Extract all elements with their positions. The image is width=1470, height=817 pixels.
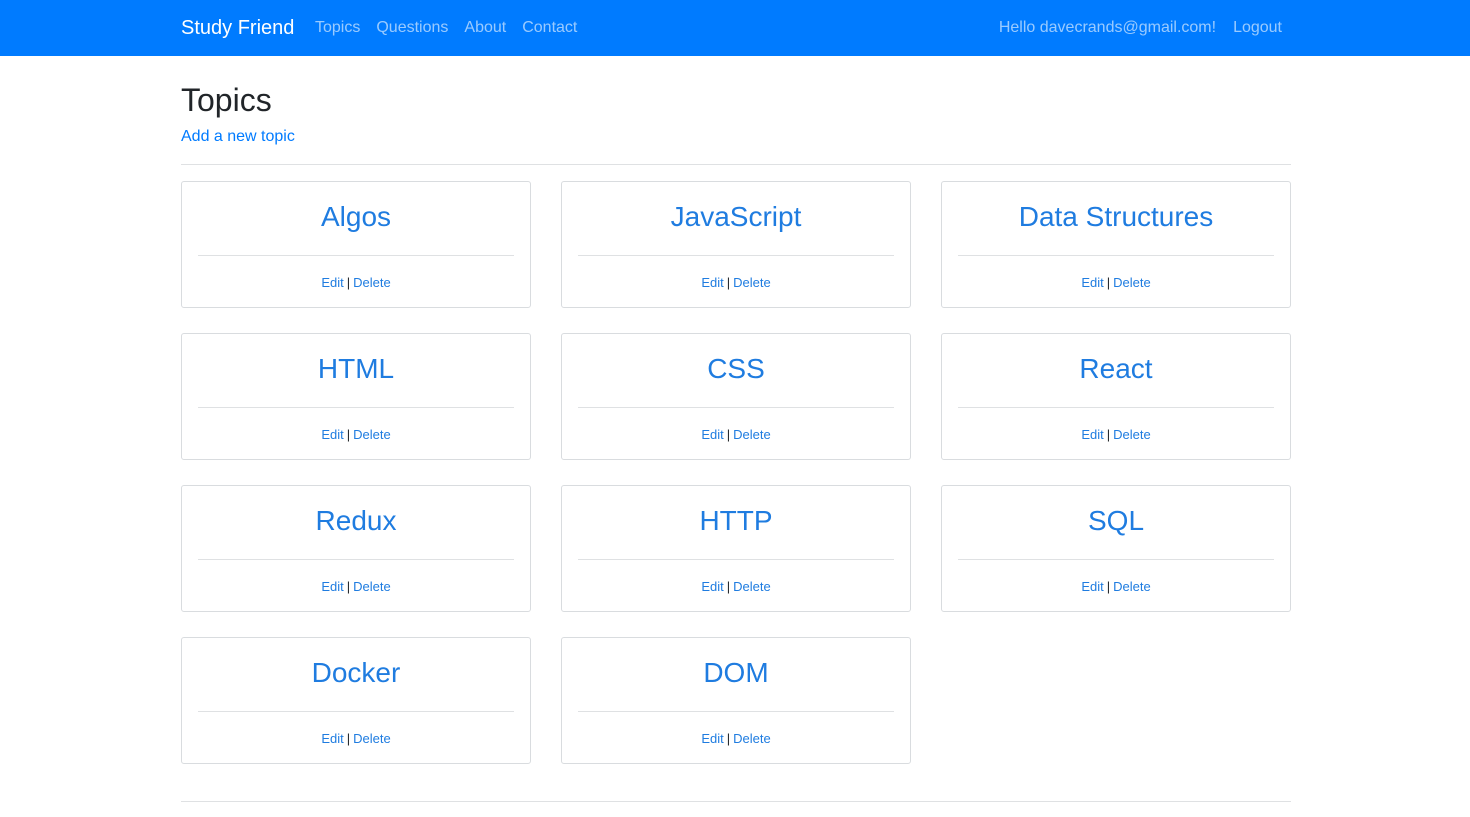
action-separator: | (1106, 427, 1111, 442)
card-divider (578, 407, 894, 408)
topic-title-link[interactable]: Algos (182, 199, 530, 235)
action-separator: | (346, 427, 351, 442)
nav-user-area: Hello davecrands@gmail.com! Logout (999, 17, 1282, 39)
topic-card: Data Structures Edit | Delete (941, 181, 1291, 308)
delete-topic-link[interactable]: Delete (353, 427, 391, 442)
topic-card: Redux Edit | Delete (181, 485, 531, 612)
delete-topic-link[interactable]: Delete (353, 731, 391, 746)
edit-topic-link[interactable]: Edit (1081, 427, 1103, 442)
topic-title-link[interactable]: JavaScript (562, 199, 910, 235)
card-actions: Edit | Delete (562, 578, 910, 596)
edit-topic-link[interactable]: Edit (321, 731, 343, 746)
card-divider (578, 711, 894, 712)
edit-topic-link[interactable]: Edit (701, 275, 723, 290)
card-divider (198, 711, 514, 712)
topic-title-link[interactable]: SQL (942, 503, 1290, 539)
card-actions: Edit | Delete (182, 730, 530, 748)
card-actions: Edit | Delete (942, 274, 1290, 292)
delete-topic-link[interactable]: Delete (1113, 579, 1151, 594)
nav-link-about[interactable]: About (464, 17, 506, 39)
edit-topic-link[interactable]: Edit (701, 579, 723, 594)
delete-topic-link[interactable]: Delete (1113, 275, 1151, 290)
delete-topic-link[interactable]: Delete (733, 275, 771, 290)
card-divider (198, 559, 514, 560)
delete-topic-link[interactable]: Delete (733, 731, 771, 746)
brand-link[interactable]: Study Friend (181, 15, 294, 41)
card-actions: Edit | Delete (562, 274, 910, 292)
navbar: Study Friend Topics Questions About Cont… (0, 0, 1470, 56)
nav-link-contact[interactable]: Contact (522, 17, 577, 39)
card-divider (578, 559, 894, 560)
action-separator: | (1106, 275, 1111, 290)
topic-card: React Edit | Delete (941, 333, 1291, 460)
delete-topic-link[interactable]: Delete (353, 579, 391, 594)
delete-topic-link[interactable]: Delete (353, 275, 391, 290)
topic-title-link[interactable]: DOM (562, 655, 910, 691)
card-divider (958, 559, 1274, 560)
action-separator: | (726, 275, 731, 290)
edit-topic-link[interactable]: Edit (1081, 579, 1103, 594)
card-actions: Edit | Delete (182, 426, 530, 444)
add-topic-link[interactable]: Add a new topic (181, 126, 295, 148)
topic-card: CSS Edit | Delete (561, 333, 911, 460)
topic-grid: Algos Edit | Delete JavaScript Edit | Delete Dat… (181, 181, 1291, 764)
topic-title-link[interactable]: Redux (182, 503, 530, 539)
card-divider (578, 255, 894, 256)
bottom-divider (181, 801, 1291, 802)
action-separator: | (346, 579, 351, 594)
action-separator: | (726, 731, 731, 746)
topic-card: HTTP Edit | Delete (561, 485, 911, 612)
top-divider (181, 164, 1291, 165)
nav-links: Topics Questions About Contact (315, 17, 577, 39)
topic-title-link[interactable]: React (942, 351, 1290, 387)
page-title: Topics (181, 82, 272, 118)
topic-card: HTML Edit | Delete (181, 333, 531, 460)
delete-topic-link[interactable]: Delete (733, 427, 771, 442)
delete-topic-link[interactable]: Delete (1113, 427, 1151, 442)
topic-card: JavaScript Edit | Delete (561, 181, 911, 308)
card-actions: Edit | Delete (562, 730, 910, 748)
card-divider (198, 255, 514, 256)
edit-topic-link[interactable]: Edit (701, 731, 723, 746)
delete-topic-link[interactable]: Delete (733, 579, 771, 594)
edit-topic-link[interactable]: Edit (701, 427, 723, 442)
topic-title-link[interactable]: Docker (182, 655, 530, 691)
topic-card: Docker Edit | Delete (181, 637, 531, 764)
edit-topic-link[interactable]: Edit (1081, 275, 1103, 290)
card-divider (198, 407, 514, 408)
edit-topic-link[interactable]: Edit (321, 275, 343, 290)
logout-link[interactable]: Logout (1233, 17, 1282, 39)
action-separator: | (1106, 579, 1111, 594)
action-separator: | (726, 427, 731, 442)
edit-topic-link[interactable]: Edit (321, 579, 343, 594)
card-divider (958, 255, 1274, 256)
topic-title-link[interactable]: Data Structures (942, 199, 1290, 235)
edit-topic-link[interactable]: Edit (321, 427, 343, 442)
card-actions: Edit | Delete (182, 274, 530, 292)
user-greeting: Hello davecrands@gmail.com! (998, 19, 1217, 36)
topic-card: SQL Edit | Delete (941, 485, 1291, 612)
nav-link-questions[interactable]: Questions (376, 17, 448, 39)
nav-link-topics[interactable]: Topics (315, 17, 360, 39)
card-actions: Edit | Delete (562, 426, 910, 444)
card-divider (958, 407, 1274, 408)
action-separator: | (726, 579, 731, 594)
topic-card: Algos Edit | Delete (181, 181, 531, 308)
topic-title-link[interactable]: CSS (562, 351, 910, 387)
topic-card: DOM Edit | Delete (561, 637, 911, 764)
action-separator: | (346, 731, 351, 746)
topic-title-link[interactable]: HTTP (562, 503, 910, 539)
card-actions: Edit | Delete (942, 426, 1290, 444)
card-actions: Edit | Delete (182, 578, 530, 596)
card-actions: Edit | Delete (942, 578, 1290, 596)
topic-title-link[interactable]: HTML (182, 351, 530, 387)
action-separator: | (346, 275, 351, 290)
